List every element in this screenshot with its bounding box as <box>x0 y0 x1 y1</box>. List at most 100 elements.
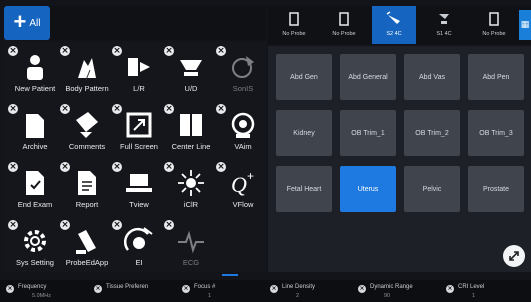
remove-icon[interactable]: × <box>8 104 18 114</box>
tool-label: End Exam <box>17 200 53 209</box>
tool-label: New Patient <box>14 84 56 93</box>
remove-icon[interactable]: × <box>112 46 122 56</box>
param-line-density[interactable]: × Line Density 2 <box>270 282 354 300</box>
preset-fetal-heart[interactable]: Fetal Heart <box>276 166 332 212</box>
param-knob-icon: × <box>182 285 190 293</box>
tool-comments[interactable]: × Comments <box>58 104 116 160</box>
param-name: CRI Level <box>458 284 485 290</box>
probe-icon <box>289 12 299 26</box>
param-knob-icon: × <box>94 285 102 293</box>
probe-tab-3[interactable]: S2 4C <box>372 6 416 44</box>
probe-tab-4[interactable]: S1 4C <box>422 6 466 44</box>
remove-icon[interactable]: × <box>216 104 226 114</box>
tools-header: + All <box>4 6 266 40</box>
param-frequency[interactable]: × Frequency 5.0MHz <box>6 282 90 300</box>
tool-sys-setting[interactable]: × Sys Setting <box>6 220 64 276</box>
tool-label: VAim <box>234 142 252 151</box>
remove-icon[interactable]: × <box>60 162 70 172</box>
remove-icon[interactable]: × <box>60 220 70 230</box>
tools-panel: × New Patient × Body Pattern × L/R × U/D × SonIS ×… <box>4 42 266 272</box>
param-value: 5.0MHz <box>32 293 51 299</box>
param-dynamic-range[interactable]: × Dynamic Range 90 <box>358 282 442 300</box>
tool-label: Archive <box>22 142 48 151</box>
tool-label: ProbeEdApp <box>65 258 109 267</box>
preset-ob-trim-1[interactable]: OB Trim_1 <box>340 110 396 156</box>
tool-probeedapp[interactable]: × ProbeEdApp <box>58 220 116 276</box>
remove-icon[interactable]: × <box>8 162 18 172</box>
remove-icon[interactable]: × <box>60 104 70 114</box>
preset-abd-gen[interactable]: Abd Gen <box>276 54 332 100</box>
probe-tab-5[interactable]: No Probe <box>472 6 516 44</box>
tool-label: SonIS <box>232 84 254 93</box>
preset-abd-pen[interactable]: Abd Pen <box>468 54 524 100</box>
tool-label: Center Line <box>171 142 211 151</box>
remove-icon[interactable]: × <box>216 162 226 172</box>
preset-abd-vas[interactable]: Abd Vas <box>404 54 460 100</box>
tool-full-screen[interactable]: × Full Screen <box>110 104 168 160</box>
tool-sonis[interactable]: × SonIS <box>214 46 272 102</box>
remove-icon[interactable]: × <box>112 162 122 172</box>
vflow-icon: Q + <box>228 168 258 198</box>
param-knob-icon: × <box>270 285 278 293</box>
end-exam-icon <box>20 168 50 198</box>
probe-tab-label: No Probe <box>482 31 506 37</box>
remove-icon[interactable]: × <box>60 46 70 56</box>
tool-end-exam[interactable]: × End Exam <box>6 162 64 218</box>
all-tab[interactable]: + All <box>4 6 50 40</box>
remove-icon[interactable]: × <box>216 46 226 56</box>
expand-button[interactable] <box>503 245 525 267</box>
tool-l-r[interactable]: × L/R <box>110 46 168 102</box>
remove-icon[interactable]: × <box>112 104 122 114</box>
probe-tab-label: S1 4C <box>436 31 452 37</box>
tool-vaim[interactable]: × VAim <box>214 104 272 160</box>
param-value: 90 <box>384 293 391 299</box>
report-icon <box>72 168 102 198</box>
preset-ob-trim-3[interactable]: OB Trim_3 <box>468 110 524 156</box>
probe-icon <box>339 12 349 26</box>
tool-archive[interactable]: × Archive <box>6 104 64 160</box>
preset-kidney[interactable]: Kidney <box>276 110 332 156</box>
settings-gear-icon <box>20 226 50 256</box>
remove-icon[interactable]: × <box>8 46 18 56</box>
param-value: 1 <box>472 293 476 299</box>
plus-icon: + <box>13 9 27 34</box>
remove-icon[interactable]: × <box>164 220 174 230</box>
param-tissue-preferen[interactable]: × Tissue Preferen <box>94 282 178 300</box>
tool-iclr[interactable]: × iClR <box>162 162 220 218</box>
probe-tab-label: No Probe <box>332 31 356 37</box>
preset-pelvic[interactable]: Pelvic <box>404 166 460 212</box>
tool-ei[interactable]: × EI <box>110 220 168 276</box>
expand-diagonal-icon <box>509 251 519 261</box>
tview-icon <box>124 168 154 198</box>
param-cri-level[interactable]: × CRI Level 1 <box>446 282 530 300</box>
ecg-icon <box>176 226 206 256</box>
tool-label: L/R <box>133 84 145 93</box>
remove-icon[interactable]: × <box>164 46 174 56</box>
preset-abd-general[interactable]: Abd General <box>340 54 396 100</box>
probe-grid-button[interactable]: ▦ <box>519 10 531 40</box>
probe-tab-2[interactable]: No Probe <box>322 6 366 44</box>
param-focus-[interactable]: × Focus # 1 <box>182 282 266 300</box>
param-name: Frequency <box>18 284 47 290</box>
probe-icon <box>489 12 499 26</box>
tool-tview[interactable]: × Tview <box>110 162 168 218</box>
preset-prostate[interactable]: Prostate <box>468 166 524 212</box>
tool-ecg[interactable]: × ECG <box>162 220 220 276</box>
remove-icon[interactable]: × <box>164 162 174 172</box>
ei-icon <box>123 226 154 256</box>
tool-vflow[interactable]: × Q + VFlow <box>214 162 272 218</box>
comments-icon <box>72 110 102 140</box>
probe-tab-1[interactable]: No Probe <box>272 6 316 44</box>
preset-uterus[interactable]: Uterus <box>340 166 396 212</box>
remove-icon[interactable]: × <box>164 104 174 114</box>
tool-body-pattern[interactable]: × Body Pattern <box>58 46 116 102</box>
tool-center-line[interactable]: × Center Line <box>162 104 220 160</box>
tool-new-patient[interactable]: × New Patient <box>6 46 64 102</box>
preset-ob-trim-2[interactable]: OB Trim_2 <box>404 110 460 156</box>
remove-icon[interactable]: × <box>112 220 122 230</box>
tool-report[interactable]: × Report <box>58 162 116 218</box>
body-pattern-icon <box>72 52 102 82</box>
remove-icon[interactable]: × <box>8 220 18 230</box>
tool-u-d[interactable]: × U/D <box>162 46 220 102</box>
probe-tab-label: No Probe <box>282 31 306 37</box>
